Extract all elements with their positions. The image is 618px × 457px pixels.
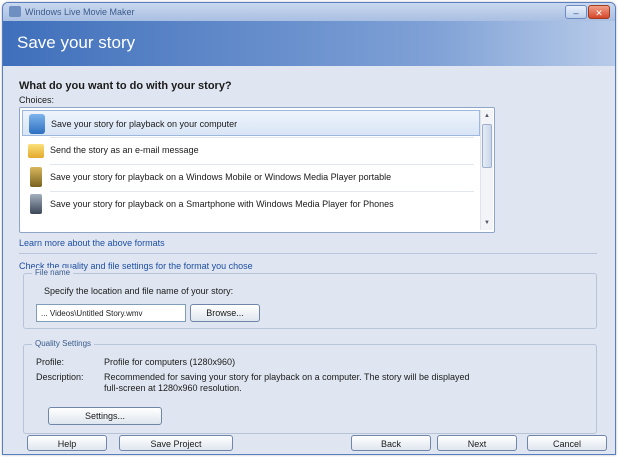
main-window: Windows Live Movie Maker – ✕ Save your s…	[2, 2, 616, 455]
smartphone-icon	[30, 194, 42, 214]
choice-send-email[interactable]: Send the story as an e-mail message	[22, 137, 480, 163]
filename-prompt: Specify the location and file name of yo…	[44, 286, 234, 296]
cancel-button[interactable]: Cancel	[527, 435, 607, 451]
next-button[interactable]: Next	[437, 435, 517, 451]
filename-groupbox: File name Specify the location and file …	[23, 268, 597, 329]
minimize-button[interactable]: –	[565, 5, 587, 19]
question-heading: What do you want to do with your story?	[19, 80, 232, 92]
settings-button[interactable]: Settings...	[48, 407, 162, 425]
choice-portable-device[interactable]: Save your story for playback on a Window…	[22, 164, 480, 190]
profile-label: Profile:	[36, 357, 65, 367]
window-title: Windows Live Movie Maker	[25, 7, 135, 17]
title-bar[interactable]: Windows Live Movie Maker – ✕	[3, 3, 615, 21]
wizard-banner: Save your story	[3, 21, 615, 66]
email-envelope-icon	[28, 144, 44, 158]
page-title: Save your story	[17, 33, 136, 52]
choice-label: Save your story for playback on your com…	[51, 119, 238, 129]
choice-smartphone[interactable]: Save your story for playback on a Smartp…	[22, 191, 480, 217]
choices-scrollbar[interactable]: ▲ ▼	[480, 110, 493, 230]
scroll-thumb[interactable]	[482, 124, 492, 168]
choice-save-computer[interactable]: Save your story for playback on your com…	[22, 110, 480, 136]
computer-icon	[29, 114, 45, 134]
quality-settings-groupbox: Quality Settings Profile: Profile for co…	[23, 339, 597, 434]
section-divider	[19, 253, 597, 254]
choices-label: Choices:	[19, 95, 55, 105]
filename-input[interactable]	[36, 304, 186, 322]
choice-label: Send the story as an e-mail message	[50, 145, 199, 155]
app-icon	[9, 6, 21, 17]
help-button[interactable]: Help	[27, 435, 107, 451]
save-project-button[interactable]: Save Project	[119, 435, 233, 451]
description-value: Recommended for saving your story for pl…	[104, 372, 470, 393]
portable-device-icon	[30, 167, 42, 187]
close-button[interactable]: ✕	[588, 5, 610, 19]
scroll-down-arrow-icon[interactable]: ▼	[482, 218, 492, 228]
choice-label: Save your story for playback on a Window…	[50, 172, 392, 182]
learn-more-link[interactable]: Learn more about the above formats	[19, 238, 165, 248]
back-button[interactable]: Back	[351, 435, 431, 451]
profile-value: Profile for computers (1280x960)	[104, 357, 236, 367]
quality-group-legend: Quality Settings	[32, 339, 95, 348]
description-label: Description:	[36, 372, 84, 382]
browse-button[interactable]: Browse...	[190, 304, 260, 322]
choices-list: Save your story for playback on your com…	[19, 107, 495, 233]
filename-group-legend: File name	[32, 268, 74, 277]
scroll-up-arrow-icon[interactable]: ▲	[482, 111, 492, 121]
choice-label: Save your story for playback on a Smartp…	[50, 199, 394, 209]
